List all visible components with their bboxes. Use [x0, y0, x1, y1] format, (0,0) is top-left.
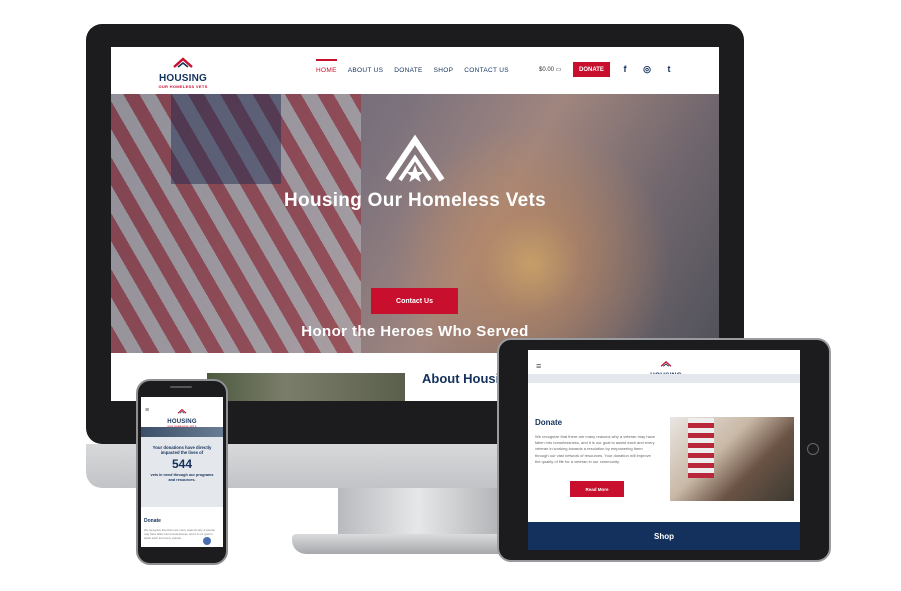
phone-donate-heading: Donate	[144, 518, 161, 524]
house-logo-icon	[177, 408, 187, 414]
phone-speaker	[170, 386, 192, 388]
main-nav: HOME ABOUT US DONATE SHOP CONTACT US	[316, 59, 509, 74]
about-image	[207, 373, 405, 401]
impact-text: Your donations have directly impacted th…	[152, 445, 212, 456]
cart-total: $0.00	[539, 67, 555, 73]
tablet-grey-band	[528, 374, 800, 383]
logo-wordmark: HOUSING	[167, 419, 197, 425]
monitor-stand	[338, 488, 498, 536]
hero-contact-button[interactable]: Contact Us	[371, 288, 458, 314]
photo-flag	[688, 418, 714, 478]
hero-banner: Housing Our Homeless Vets Contact Us Hon…	[111, 94, 719, 353]
site-header: HOUSING OUR HOMELESS VETS HOME ABOUT US …	[111, 47, 719, 94]
impact-panel: Your donations have directly impacted th…	[141, 437, 223, 507]
nav-about-us[interactable]: ABOUT US	[348, 65, 384, 74]
chat-bubble-icon[interactable]	[203, 537, 211, 545]
house-logo-icon	[660, 360, 672, 367]
social-links: f ◎ t	[620, 64, 674, 75]
phone-site-logo[interactable]: HOUSING OUR HOMELESS VETS	[165, 401, 199, 428]
twitter-icon[interactable]: t	[664, 64, 674, 75]
nav-shop[interactable]: SHOP	[434, 65, 454, 74]
basket-icon: ▭	[555, 67, 562, 73]
phone-screen: ≡ HOUSING OUR HOMELESS VETS Your donatio…	[141, 397, 223, 547]
house-star-icon	[385, 134, 445, 182]
hamburger-menu-icon[interactable]: ≡	[536, 361, 541, 371]
phone-image-band	[141, 427, 223, 437]
tablet-donate-heading: Donate	[535, 418, 563, 427]
nav-contact-us[interactable]: CONTACT US	[464, 65, 509, 74]
nav-donate[interactable]: DONATE	[394, 65, 422, 74]
house-logo-icon	[173, 57, 193, 68]
impact-count: 544	[171, 457, 193, 472]
header-donate-button[interactable]: DONATE	[573, 62, 610, 77]
shop-section-link[interactable]: Shop	[528, 522, 800, 550]
nav-home[interactable]: HOME	[316, 59, 337, 74]
cart-link[interactable]: $0.00 ▭	[539, 66, 561, 73]
facebook-icon[interactable]: f	[620, 64, 630, 75]
hero-title: Housing Our Homeless Vets	[284, 190, 546, 211]
site-logo[interactable]: HOUSING OUR HOMELESS VETS	[155, 55, 211, 89]
hamburger-menu-icon[interactable]: ≡	[145, 407, 149, 414]
tablet-home-button	[807, 443, 819, 455]
logo-tagline: OUR HOMELESS VETS	[158, 84, 208, 89]
tablet-screen: ≡ HOUSING OUR HOMELESS VETS Donate We re…	[528, 350, 800, 550]
tablet-donate-text: We recognize that there are many reasons…	[535, 434, 655, 464]
read-more-button[interactable]: Read More	[570, 481, 624, 497]
logo-wordmark: HOUSING	[158, 73, 208, 84]
impact-text-secondary: vets in need through our programs and re…	[150, 473, 214, 483]
instagram-icon[interactable]: ◎	[642, 64, 652, 75]
